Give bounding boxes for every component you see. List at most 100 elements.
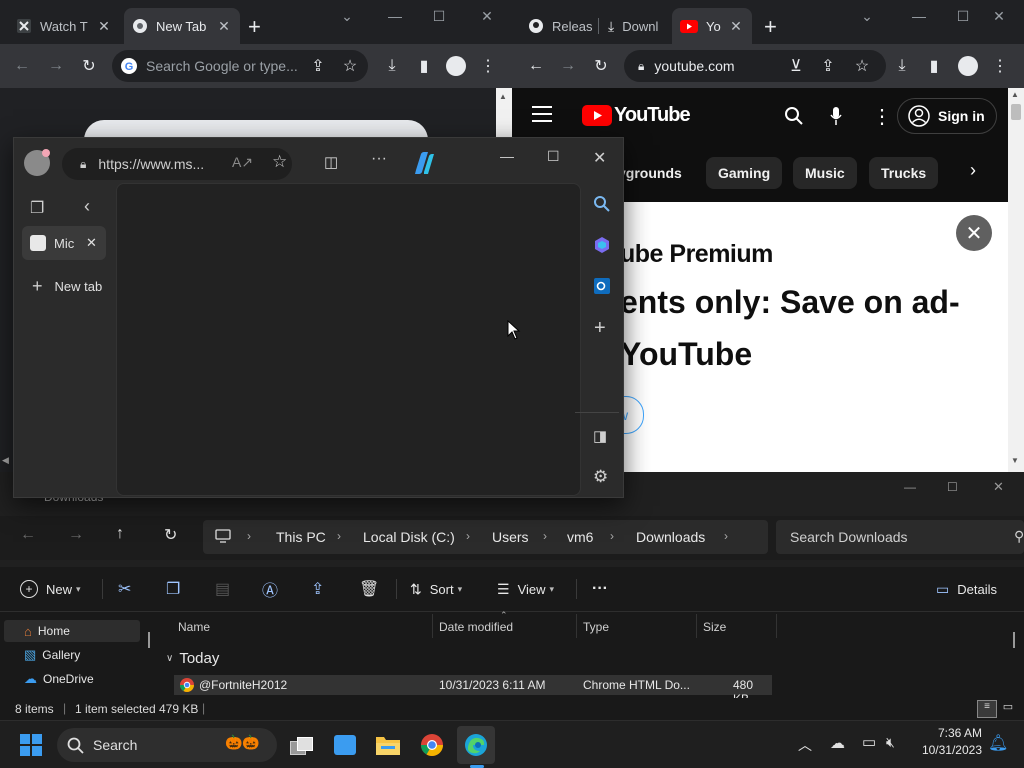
reload-icon[interactable]: ↻ <box>77 54 101 78</box>
scroll-left-arrow-icon[interactable]: ◀ <box>2 455 9 466</box>
widgets-icon[interactable] <box>326 726 364 764</box>
sort-button[interactable]: ⇅ Sort ▾ <box>410 567 462 611</box>
volume-muted-icon[interactable]: 🔇︎ <box>886 734 895 751</box>
column-header-name[interactable]: Name <box>178 620 210 634</box>
close-button[interactable]: ✕ <box>993 479 1004 495</box>
microphone-icon[interactable] <box>830 106 842 126</box>
favorite-star-icon[interactable]: ☆ <box>272 152 287 172</box>
close-button[interactable]: ✕ <box>984 8 1014 26</box>
omnibox[interactable]: 🔒︎ youtube.com <box>624 50 886 82</box>
address-bar[interactable]: 🔒︎ https://www.ms... <box>62 148 292 180</box>
share-icon[interactable]: ⇪ <box>306 54 330 78</box>
maximize-button[interactable]: ☐ <box>948 8 978 26</box>
details-button[interactable]: ▭ Details <box>936 567 997 611</box>
tab-close-icon[interactable]: ✕ <box>728 18 744 35</box>
forward-icon[interactable]: → <box>44 54 68 78</box>
chip-music[interactable]: Music <box>793 157 857 189</box>
copilot-icon[interactable] <box>593 236 611 254</box>
chevron-icon[interactable]: › <box>724 529 728 543</box>
scrollbar-thumb[interactable] <box>1011 104 1021 120</box>
tab-releases[interactable]: Releas <box>520 8 600 44</box>
crumb-downloads[interactable]: Downloads <box>636 529 705 545</box>
vertical-tab-microsoft[interactable]: Mic ✕ <box>22 226 106 260</box>
downloads-icon[interactable]: ⤓ <box>890 54 914 78</box>
cut-icon[interactable]: ✂ <box>118 567 131 611</box>
new-tab-button[interactable]: + <box>248 14 261 40</box>
split-screen-icon[interactable]: ◫ <box>324 153 338 171</box>
share-icon[interactable]: ⇪ <box>311 567 324 611</box>
add-sidebar-app-icon[interactable]: + <box>594 317 606 340</box>
dismiss-promo-icon[interactable]: ✕ <box>956 215 992 251</box>
tab-search-icon[interactable]: ⌄ <box>332 8 362 26</box>
hamburger-menu-icon[interactable] <box>532 106 552 122</box>
taskbar-search-box[interactable]: Search 🎃🎃 <box>57 728 277 762</box>
display-icon[interactable]: ▭ <box>862 733 876 751</box>
close-button[interactable]: ✕ <box>472 8 502 26</box>
tiles-view-icon[interactable]: ▭ <box>999 700 1017 716</box>
more-options-icon[interactable]: ⋮ <box>872 104 892 129</box>
content-scrollbar[interactable] <box>1013 632 1015 648</box>
chevron-right-icon[interactable]: › <box>970 160 976 181</box>
network-status-icon[interactable]: ☁ <box>830 734 845 752</box>
clock[interactable]: 7:36 AM 10/31/2023 <box>910 726 982 757</box>
crumb-local-disk[interactable]: Local Disk (C:) <box>363 529 455 545</box>
tab-search-icon[interactable]: ⌄ <box>852 8 882 26</box>
minimize-button[interactable]: — <box>380 8 410 26</box>
nav-item-onedrive[interactable]: ☁ OneDrive <box>4 668 140 690</box>
more-options-icon[interactable]: ··· <box>371 150 387 168</box>
profile-avatar[interactable] <box>958 56 978 76</box>
address-bar[interactable]: › This PC › Local Disk (C:) › Users › vm… <box>203 520 768 554</box>
new-button[interactable]: + New ▾ <box>20 567 81 611</box>
new-tab-button[interactable]: + <box>764 14 777 40</box>
install-app-icon[interactable]: ⊻ <box>784 54 808 78</box>
refresh-icon[interactable]: ↻ <box>164 525 177 545</box>
search-icon[interactable] <box>784 106 804 126</box>
tab-close-icon[interactable]: ✕ <box>96 18 112 35</box>
crumb-vm6[interactable]: vm6 <box>567 529 593 545</box>
group-today[interactable]: ∨ Today <box>166 650 219 667</box>
minimize-button[interactable]: — <box>500 148 514 164</box>
nav-item-home[interactable]: ⌂ Home <box>4 620 140 642</box>
edge-taskbar-icon[interactable] <box>457 726 495 764</box>
file-explorer-taskbar-icon[interactable] <box>369 726 407 764</box>
delete-icon[interactable]: 🗑︎ <box>359 567 379 611</box>
show-hidden-icons-icon[interactable]: ︿ <box>798 735 812 755</box>
minimize-button[interactable]: — <box>904 8 934 26</box>
forward-icon[interactable]: → <box>68 526 84 544</box>
youtube-logo[interactable]: YouTube <box>582 104 691 127</box>
search-downloads-input[interactable]: Search Downloads ⚲ <box>776 520 1024 554</box>
side-panel-icon[interactable]: ▮ <box>412 54 436 78</box>
chip-gaming[interactable]: Gaming <box>706 157 783 189</box>
rename-icon[interactable]: Ⓐ <box>262 567 278 611</box>
tab-new-tab[interactable]: New Tab ✕ <box>124 8 240 44</box>
maximize-button[interactable]: ☐ <box>547 148 560 165</box>
column-header-type[interactable]: Type <box>583 620 609 634</box>
crumb-this-pc[interactable]: This PC <box>276 529 326 545</box>
downloads-icon[interactable]: ⤓ <box>380 54 404 78</box>
tab-close-icon[interactable]: ✕ <box>86 235 97 251</box>
profile-avatar[interactable] <box>24 149 50 176</box>
nav-item-gallery[interactable]: ▧ Gallery <box>4 644 140 666</box>
sign-in-button[interactable]: Sign in <box>897 98 997 134</box>
tab-close-icon[interactable]: ✕ <box>216 18 232 35</box>
bookmark-star-icon[interactable]: ☆ <box>338 54 362 78</box>
view-button[interactable]: ☰ View ▾ <box>497 567 554 611</box>
minimize-button[interactable]: — <box>904 480 916 494</box>
collapse-tabs-icon[interactable]: ‹ <box>84 196 90 217</box>
chrome-taskbar-icon[interactable] <box>413 726 451 764</box>
tab-downloads[interactable]: ⤓ Downl <box>600 8 676 44</box>
maximize-button[interactable]: ☐ <box>947 480 958 494</box>
notification-bell-icon[interactable]: 🔔︎ <box>988 733 1008 753</box>
up-icon[interactable]: ↑ <box>116 525 124 543</box>
settings-gear-icon[interactable]: ⚙ <box>593 467 608 487</box>
share-icon[interactable]: ⇪ <box>816 54 840 78</box>
outlook-icon[interactable] <box>593 277 611 295</box>
tab-actions-icon[interactable]: ❐ <box>30 198 44 218</box>
column-header-size[interactable]: Size <box>703 620 726 634</box>
forward-icon[interactable]: → <box>556 54 580 78</box>
profile-avatar[interactable] <box>446 56 466 76</box>
chip-trucks[interactable]: Trucks <box>869 157 939 189</box>
search-icon[interactable] <box>593 195 611 213</box>
copilot-icon[interactable] <box>410 150 436 176</box>
details-view-icon[interactable]: ≡ <box>977 700 997 718</box>
